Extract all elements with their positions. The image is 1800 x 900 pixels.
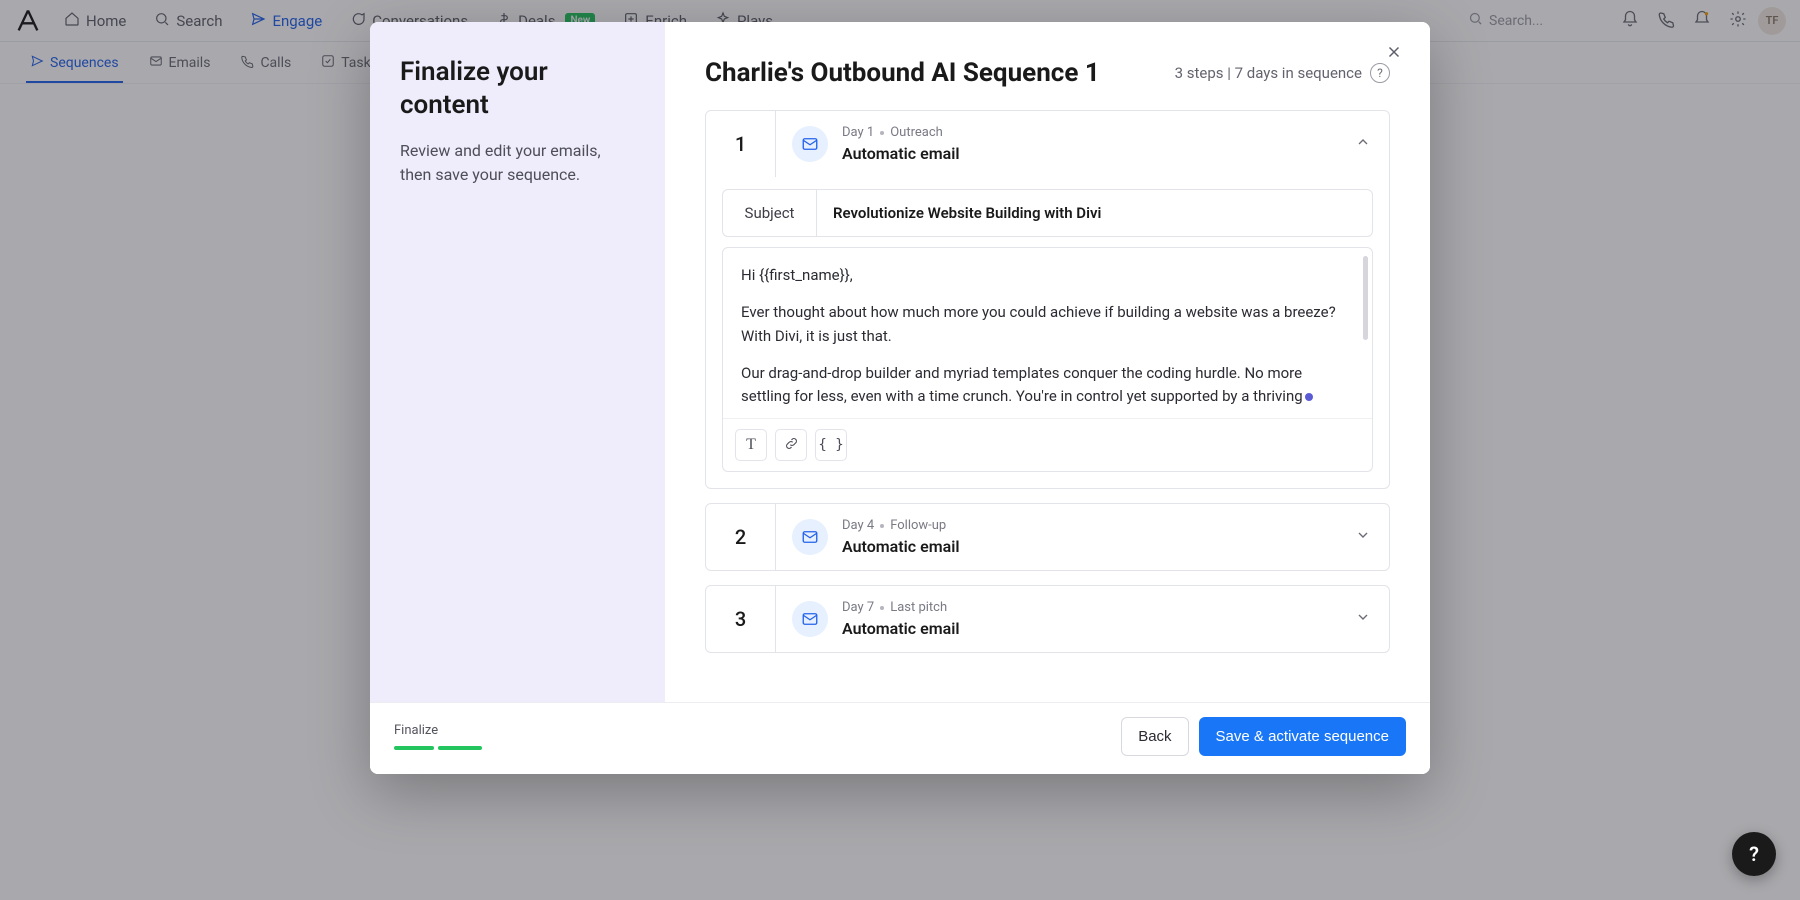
sequence-title: Charlie's Outbound AI Sequence 1 [705, 58, 1100, 88]
modal-heading: Finalize your content [400, 56, 635, 121]
editor-toolbar: T { } [723, 418, 1372, 471]
variables-button[interactable]: { } [815, 429, 847, 461]
step-card-3: 3 Day 7 Last pitch Automatic email [705, 585, 1390, 653]
step-number: 1 [706, 111, 776, 177]
save-activate-button[interactable]: Save & activate sequence [1199, 717, 1406, 756]
finalize-modal: Finalize your content Review and edit yo… [370, 22, 1430, 774]
step-day: Day 7 [842, 600, 874, 615]
email-editor: Hi {{first_name}}, Ever thought about ho… [722, 247, 1373, 472]
step-header[interactable]: 2 Day 4 Follow-up Automatic email [706, 504, 1389, 570]
progress-segment [438, 746, 482, 750]
subject-input[interactable]: Revolutionize Website Building with Divi [817, 190, 1372, 236]
step-tag: Follow-up [890, 518, 946, 533]
sequence-meta: 3 steps | 7 days in sequence ? [1175, 63, 1390, 83]
braces-icon: { } [818, 437, 843, 453]
email-p1: Hi {{first_name}}, [741, 264, 1354, 287]
ai-marker-icon [1305, 393, 1313, 401]
link-button[interactable] [775, 429, 807, 461]
dot-separator [880, 131, 884, 135]
footer-stage-label: Finalize [394, 723, 482, 738]
mail-icon [792, 126, 828, 162]
text-format-button[interactable]: T [735, 429, 767, 461]
chevron-down-icon [1337, 609, 1389, 629]
step-card-2: 2 Day 4 Follow-up Automatic email [705, 503, 1390, 571]
sequence-meta-text: 3 steps | 7 days in sequence [1175, 64, 1362, 82]
mail-icon [792, 601, 828, 637]
modal-content: Charlie's Outbound AI Sequence 1 3 steps… [665, 22, 1430, 702]
close-icon [1385, 43, 1403, 65]
step-number: 2 [706, 504, 776, 570]
dot-separator [880, 606, 884, 610]
mail-icon [792, 519, 828, 555]
chevron-down-icon [1337, 527, 1389, 547]
progress-segment [394, 746, 434, 750]
step-type: Automatic email [842, 537, 960, 556]
link-icon [784, 436, 799, 455]
email-body[interactable]: Hi {{first_name}}, Ever thought about ho… [723, 248, 1372, 418]
email-p2: Ever thought about how much more you cou… [741, 301, 1354, 348]
back-button[interactable]: Back [1121, 717, 1188, 756]
step-tag: Outreach [890, 125, 943, 140]
modal-overlay: Finalize your content Review and edit yo… [0, 0, 1800, 900]
modal-footer: Finalize Back Save & activate sequence [370, 702, 1430, 774]
step-header[interactable]: 3 Day 7 Last pitch Automatic email [706, 586, 1389, 652]
chevron-up-icon [1337, 134, 1389, 154]
email-p3: Our drag-and-drop builder and myriad tem… [741, 364, 1303, 405]
help-fab[interactable]: ? [1732, 832, 1776, 876]
modal-subheading: Review and edit your emails, then save y… [400, 139, 635, 187]
step-tag: Last pitch [890, 600, 947, 615]
modal-sidebar: Finalize your content Review and edit yo… [370, 22, 665, 702]
dot-separator [880, 524, 884, 528]
step-day: Day 4 [842, 518, 874, 533]
step-type: Automatic email [842, 619, 960, 638]
step-header[interactable]: 1 Day 1 Outreach Aut [706, 111, 1389, 177]
step-type: Automatic email [842, 144, 960, 163]
step-card-1: 1 Day 1 Outreach Aut [705, 110, 1390, 489]
progress-indicator [394, 746, 482, 750]
step-day: Day 1 [842, 125, 874, 140]
subject-row: Subject Revolutionize Website Building w… [722, 189, 1373, 237]
scrollbar[interactable] [1363, 256, 1368, 340]
close-button[interactable] [1380, 40, 1408, 68]
step-number: 3 [706, 586, 776, 652]
text-icon: T [746, 436, 756, 454]
subject-label: Subject [723, 190, 817, 236]
